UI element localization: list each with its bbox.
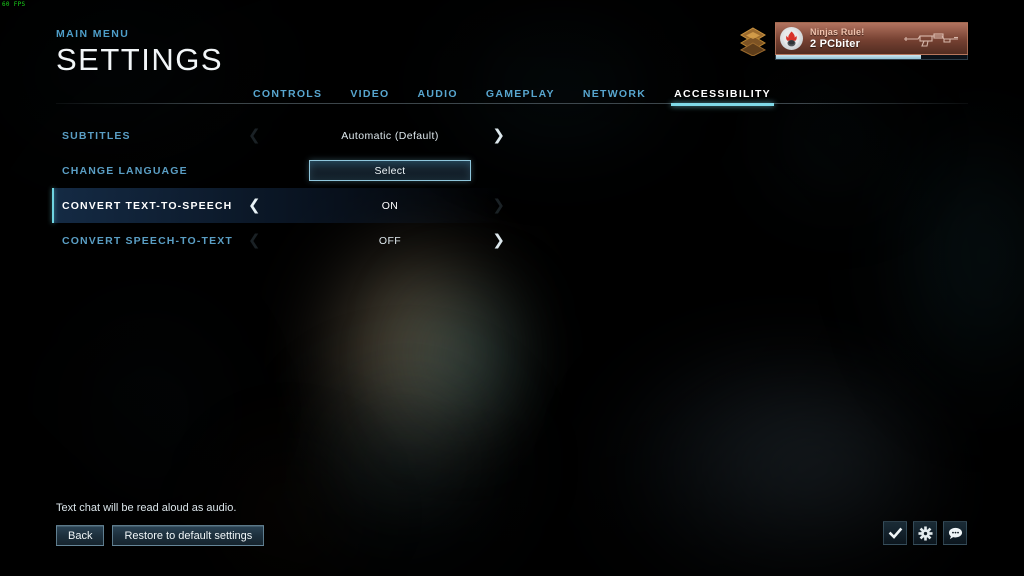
setting-value-change-language: Select: [280, 153, 500, 188]
flame-emblem-avatar-icon: [780, 27, 803, 50]
breadcrumb: MAIN MENU: [56, 28, 130, 40]
chevron-right-icon[interactable]: ❯: [492, 198, 505, 213]
accessibility-hint-text: Text chat will be read aloud as audio.: [56, 502, 237, 514]
chevron-left-icon[interactable]: ❮: [248, 198, 261, 213]
setting-label: SUBTITLES: [62, 129, 131, 142]
tab-gameplay[interactable]: GAMEPLAY: [483, 87, 558, 104]
page-header: MAIN MENU SETTINGS: [56, 28, 223, 76]
settings-value-column: Automatic (Default) ❯ Select ON ❯ OFF ❯: [280, 118, 505, 258]
setting-label: CHANGE LANGUAGE: [62, 164, 188, 177]
xp-progress-bar: [775, 55, 968, 60]
chat-icon: [948, 527, 962, 539]
player-card-text: Ninjas Rule! 2 PCbiter: [810, 27, 864, 51]
chevron-right-icon[interactable]: ❯: [492, 233, 505, 248]
performance-overlay: 60 FPS: [2, 1, 26, 8]
player-card-body: Ninjas Rule! 2 PCbiter: [775, 22, 968, 60]
row-accent-bar: [52, 118, 54, 153]
restore-defaults-button[interactable]: Restore to default settings: [112, 525, 265, 546]
setting-value-text: OFF: [378, 234, 402, 247]
setting-value-convert-speech-to-text: OFF ❯: [280, 223, 505, 258]
gear-icon-button[interactable]: [913, 521, 937, 545]
player-card-main: Ninjas Rule! 2 PCbiter: [775, 22, 968, 55]
footer-button-group: Back Restore to default settings: [56, 525, 265, 546]
back-button[interactable]: Back: [56, 525, 105, 546]
tab-accessibility[interactable]: ACCESSIBILITY: [671, 87, 774, 106]
select-language-button[interactable]: Select: [309, 160, 471, 181]
gear-icon: [917, 525, 933, 541]
chevron-left-icon[interactable]: ❮: [248, 128, 261, 143]
check-icon: [888, 527, 902, 539]
tab-network[interactable]: NETWORK: [580, 87, 649, 104]
setting-value-text: ON: [381, 199, 399, 212]
setting-value-convert-text-to-speech: ON ❯: [280, 188, 505, 223]
setting-value-text: Automatic (Default): [341, 129, 439, 142]
row-accent-bar: [52, 188, 54, 223]
player-gamertag: Ninjas Rule!: [810, 26, 865, 37]
xp-progress-fill: [776, 55, 922, 59]
rank-chevron-emblem-icon: [739, 26, 767, 57]
chevron-left-icon[interactable]: ❮: [248, 233, 261, 248]
tab-video[interactable]: VIDEO: [347, 87, 392, 104]
player-card[interactable]: Ninjas Rule! 2 PCbiter: [739, 22, 968, 60]
tab-controls[interactable]: CONTROLS: [250, 87, 325, 104]
settings-tab-bar: CONTROLS VIDEO AUDIO GAMEPLAY NETWORK AC…: [0, 86, 1024, 106]
check-icon-button[interactable]: [883, 521, 907, 545]
row-accent-bar: [52, 223, 54, 258]
row-accent-bar: [52, 153, 54, 188]
chat-icon-button[interactable]: [943, 521, 967, 545]
page-title: SETTINGS: [56, 42, 224, 77]
chevron-right-icon[interactable]: ❯: [492, 128, 505, 143]
system-icon-bar: [883, 521, 967, 545]
setting-value-subtitles: Automatic (Default) ❯: [280, 118, 505, 153]
setting-label: CONVERT SPEECH-TO-TEXT: [62, 234, 233, 247]
setting-label: CONVERT TEXT-TO-SPEECH: [62, 199, 233, 212]
battle-rifle-icon: [900, 29, 962, 54]
player-name: 2 PCbiter: [810, 37, 861, 50]
tab-audio[interactable]: AUDIO: [415, 87, 461, 104]
